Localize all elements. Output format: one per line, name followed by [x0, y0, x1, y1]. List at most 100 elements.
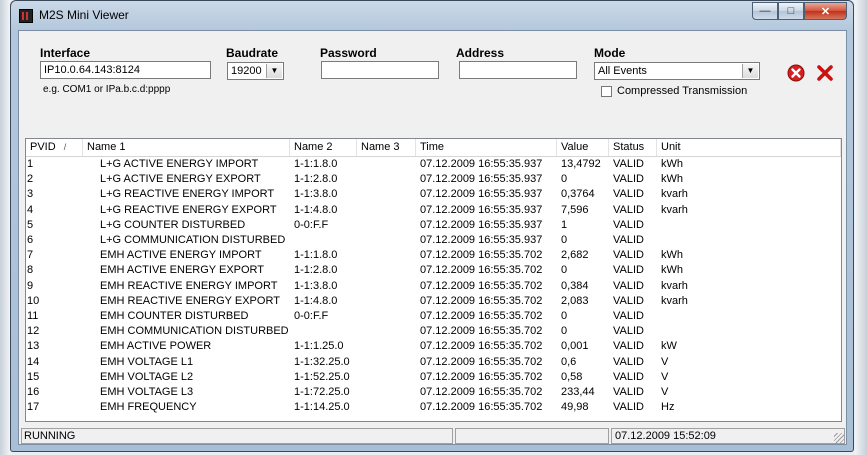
cell-unit: kW: [661, 340, 677, 353]
table-row[interactable]: 5 L+G COUNTER DISTURBED 0-0:F.F 07.12.2009 …: [26, 218, 841, 233]
cell-time: 07.12.2009 16:55:35.702: [420, 264, 543, 277]
cell-status: VALID: [613, 249, 644, 262]
cell-unit: kWh: [661, 173, 683, 186]
cell-time: 07.12.2009 16:55:35.702: [420, 249, 543, 262]
cell-name1: L+G REACTIVE ENERGY EXPORT: [100, 203, 277, 216]
header-col-name3[interactable]: Name 3: [357, 139, 416, 156]
cell-status: VALID: [613, 188, 644, 201]
cell-pvid: 16: [27, 386, 40, 398]
cell-pvid: 9: [27, 279, 34, 292]
cell-value: 2,083: [561, 294, 589, 307]
cell-name2: 1-1:32.25.0: [294, 355, 350, 368]
cell-status: VALID: [613, 325, 644, 338]
table-row[interactable]: 9 EMH REACTIVE ENERGY IMPORT 1-1:3.8.0 07.1…: [26, 279, 841, 294]
close-button[interactable]: ✕: [804, 2, 847, 20]
cell-value: 0,6: [561, 355, 577, 368]
table-row[interactable]: 17 EMH FREQUENCY 1-1:14.25.0 07.12.2009 16:…: [26, 400, 841, 415]
cell-unit: V: [661, 355, 669, 368]
minimize-button[interactable]: —: [752, 2, 778, 20]
cell-value: 0,384: [561, 279, 589, 292]
cell-time: 07.12.2009 16:55:35.937: [420, 203, 543, 216]
cell-name1: EMH FREQUENCY: [100, 401, 197, 414]
chevron-down-icon[interactable]: ▼: [742, 64, 758, 78]
cell-name2: 0-0:F.F: [294, 310, 329, 322]
cell-pvid: 4: [27, 203, 34, 216]
maximize-icon: □: [787, 5, 795, 17]
table-row[interactable]: 15 EMH VOLTAGE L2 1-1:52.25.0 07.12.2009 16…: [26, 370, 841, 385]
table-row[interactable]: 7 EMH ACTIVE ENERGY IMPORT 1-1:1.8.0 07.12.…: [26, 248, 841, 263]
minimize-icon: —: [759, 5, 771, 17]
cell-value: 0: [561, 325, 568, 338]
table-row[interactable]: 6 L+G COMMUNICATION DISTURBED 07.12.2009 1…: [26, 233, 841, 248]
header-col-time[interactable]: Time: [416, 139, 557, 156]
table-row[interactable]: 10 EMH REACTIVE ENERGY EXPORT 1-1:4.8.0 07.…: [26, 294, 841, 309]
cell-status: VALID: [613, 264, 644, 277]
header-col-status[interactable]: Status: [609, 139, 657, 156]
password-input[interactable]: [321, 61, 439, 79]
cell-time: 07.12.2009 16:55:35.937: [420, 188, 543, 201]
cell-pvid: 3: [27, 188, 34, 201]
cell-status: VALID: [613, 370, 644, 383]
client-area: Interface IP10.0.64.143:8124 e.g. COM1 o…: [18, 30, 847, 445]
table-row[interactable]: 11 EMH COUNTER DISTURBED 0-0:F.F 07.12.2009…: [26, 309, 841, 324]
cancel-button[interactable]: [814, 62, 836, 84]
cell-name1: EMH COUNTER DISTURBED: [100, 310, 249, 322]
interface-hint: e.g. COM1 or IPa.b.c.d:pppp: [43, 84, 171, 95]
header-col-name2[interactable]: Name 2: [290, 139, 357, 156]
resize-grip[interactable]: [834, 433, 844, 443]
cell-unit: kvarh: [661, 279, 688, 292]
app-logo-icon: [19, 9, 33, 23]
header-col-pvid[interactable]: PVID /: [26, 139, 83, 156]
cell-pvid: 2: [27, 173, 34, 186]
table-row[interactable]: 2 L+G ACTIVE ENERGY EXPORT 1-1:2.8.0 07.12.…: [26, 172, 841, 187]
chevron-down-icon[interactable]: ▼: [266, 64, 282, 78]
cell-pvid: 5: [27, 218, 34, 231]
compressed-checkbox[interactable]: [601, 86, 612, 97]
header-col-name1[interactable]: Name 1: [83, 139, 290, 156]
table-row[interactable]: 14 EMH VOLTAGE L1 1-1:32.25.0 07.12.2009 16…: [26, 355, 841, 370]
title-bar[interactable]: M2S Mini Viewer — □ ✕: [11, 1, 853, 30]
table-row[interactable]: 1 L+G ACTIVE ENERGY IMPORT 1-1:1.8.0 07.12.…: [26, 157, 841, 172]
table-row[interactable]: 4 L+G REACTIVE ENERGY EXPORT 1-1:4.8.0 07.1…: [26, 203, 841, 218]
cell-name2: 1-1:14.25.0: [294, 401, 350, 414]
table-row[interactable]: 16 EMH VOLTAGE L3 1-1:72.25.0 07.12.2009 16…: [26, 385, 841, 400]
cell-value: 0: [561, 173, 568, 186]
address-label: Address: [456, 46, 505, 60]
address-input[interactable]: [459, 61, 577, 79]
table-row[interactable]: 12 EMH COMMUNICATION DISTURBED 07.12.2009 …: [26, 324, 841, 339]
cell-time: 07.12.2009 16:55:35.937: [420, 234, 543, 246]
cell-time: 07.12.2009 16:55:35.937: [420, 218, 543, 231]
cell-status: VALID: [613, 218, 644, 231]
cell-pvid: 10: [27, 294, 40, 307]
baudrate-select[interactable]: 19200 ▼: [227, 62, 284, 80]
cell-unit: kWh: [661, 264, 683, 277]
cell-name2: 1-1:52.25.0: [294, 370, 350, 383]
cell-name1: L+G ACTIVE ENERGY IMPORT: [100, 158, 259, 170]
baudrate-label: Baudrate: [226, 46, 279, 60]
cell-time: 07.12.2009 16:55:35.702: [420, 310, 543, 322]
table-row[interactable]: 8 EMH ACTIVE ENERGY EXPORT 1-1:2.8.0 07.12.…: [26, 263, 841, 278]
cell-name2: 1-1:3.8.0: [294, 188, 338, 201]
cell-name1: EMH VOLTAGE L3: [100, 386, 194, 398]
interface-input[interactable]: IP10.0.64.143:8124: [40, 61, 211, 79]
maximize-button[interactable]: □: [778, 2, 804, 20]
cell-name1: L+G COMMUNICATION DISTURBED: [100, 234, 286, 246]
cell-unit: kWh: [661, 158, 683, 170]
cell-pvid: 7: [27, 249, 34, 262]
stop-button[interactable]: [785, 62, 807, 84]
cell-name1: EMH ACTIVE ENERGY EXPORT: [100, 264, 265, 277]
cell-name1: L+G ACTIVE ENERGY EXPORT: [100, 173, 261, 186]
header-col-value[interactable]: Value: [557, 139, 609, 156]
cell-time: 07.12.2009 16:55:35.702: [420, 355, 543, 368]
cell-name1: EMH VOLTAGE L2: [100, 370, 194, 383]
cell-name1: EMH ACTIVE POWER: [100, 340, 212, 353]
table-row[interactable]: 3 L+G REACTIVE ENERGY IMPORT 1-1:3.8.0 07.1…: [26, 187, 841, 202]
header-col-unit[interactable]: Unit: [657, 139, 841, 156]
cell-value: 13,4792: [561, 158, 601, 170]
cell-pvid: 12: [27, 325, 40, 338]
cell-name2: 0-0:F.F: [294, 218, 329, 231]
cell-pvid: 8: [27, 264, 34, 277]
mode-select[interactable]: All Events ▼: [594, 62, 760, 80]
table-row[interactable]: 13 EMH ACTIVE POWER 1-1:1.25.0 07.12.2009 1…: [26, 339, 841, 354]
cell-time: 07.12.2009 16:55:35.702: [420, 279, 543, 292]
